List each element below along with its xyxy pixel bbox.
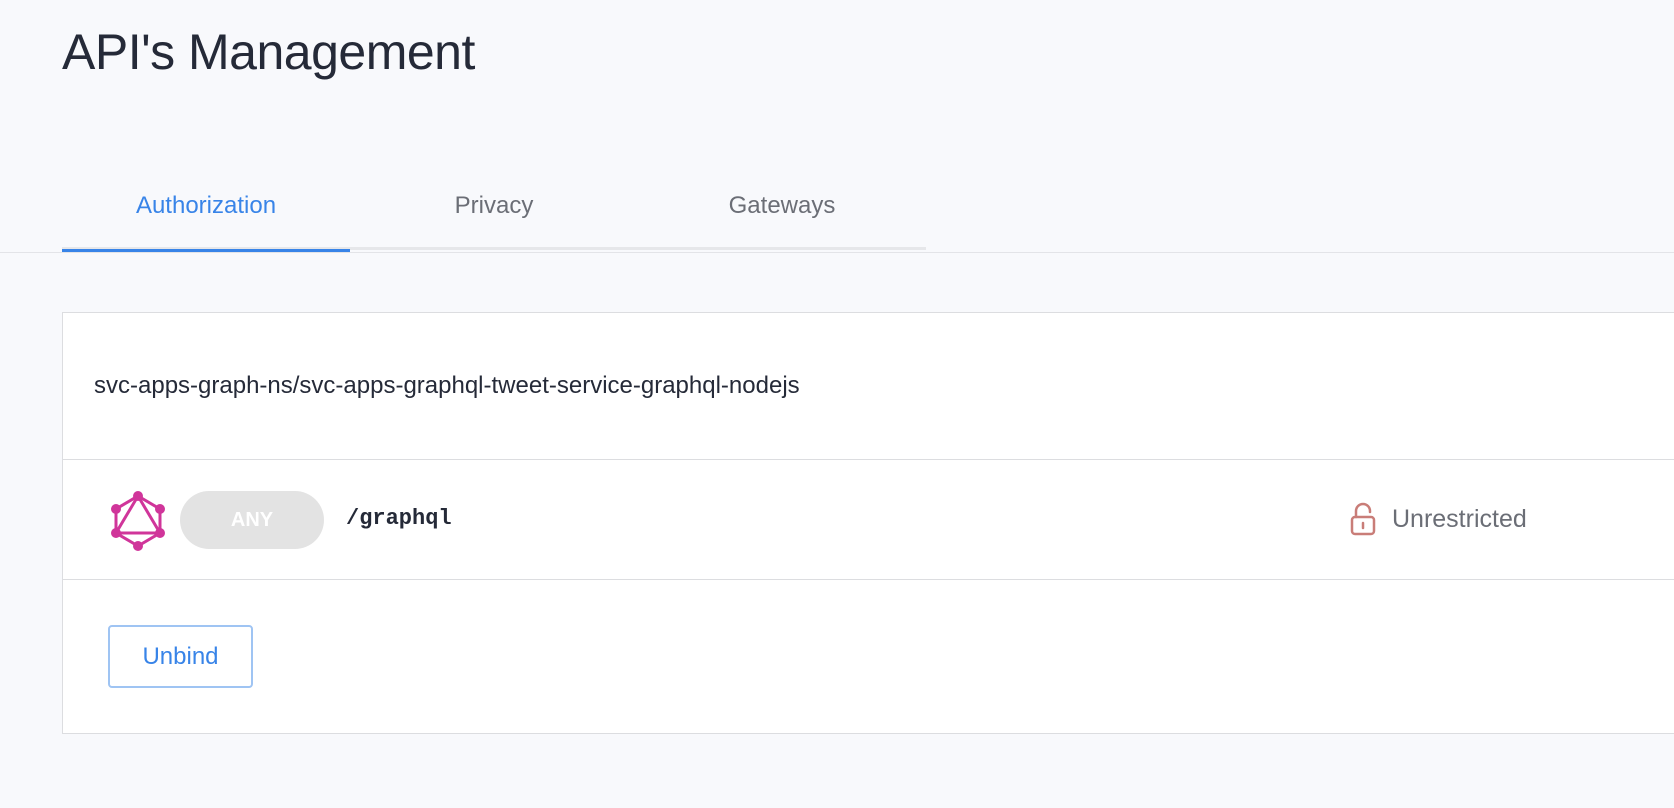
tab-gateways[interactable]: Gateways [638, 170, 926, 250]
method-badge: ANY [180, 491, 324, 549]
service-header: svc-apps-graph-ns/svc-apps-graphql-tweet… [63, 313, 1674, 460]
route-path: /graphql [346, 506, 452, 531]
graphql-icon [111, 491, 165, 551]
access-status: Unrestricted [1392, 505, 1527, 533]
page-title: API's Management [62, 24, 475, 80]
tab-authorization[interactable]: Authorization [62, 170, 350, 253]
action-row: Unbind [63, 580, 1674, 733]
header-divider [0, 252, 1674, 253]
unbind-button[interactable]: Unbind [108, 625, 253, 688]
route-row: ANY /graphql Unrestricted [63, 460, 1674, 580]
tab-bar: Authorization Privacy Gateways [62, 170, 926, 253]
unlock-icon [1350, 502, 1376, 536]
service-card: svc-apps-graph-ns/svc-apps-graphql-tweet… [62, 312, 1674, 734]
service-name: svc-apps-graph-ns/svc-apps-graphql-tweet… [94, 372, 800, 399]
tab-privacy[interactable]: Privacy [350, 170, 638, 250]
